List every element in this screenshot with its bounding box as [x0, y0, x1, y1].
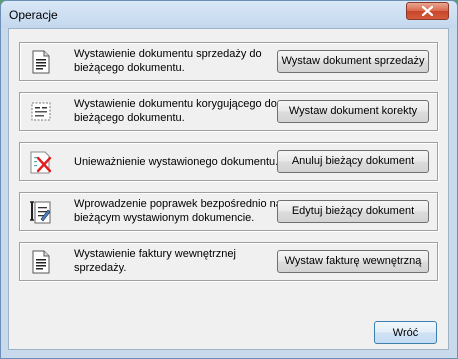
operation-internal-invoice: Wystawienie faktury wewnętrznej sprzedaż…	[19, 242, 438, 281]
close-icon	[422, 6, 433, 16]
issue-correction-document-button[interactable]: Wystaw dokument korekty	[277, 100, 429, 123]
document-icon	[32, 50, 50, 74]
operation-cancel-document: Unieważnienie wystawionego dokumentu. An…	[19, 142, 438, 181]
title-bar: Operacje	[1, 1, 457, 28]
cancel-current-document-button[interactable]: Anuluj bieżący dokument	[277, 150, 429, 173]
edit-document-icon	[30, 201, 51, 224]
operation-description: Wprowadzenie poprawek bezpośrednio na bi…	[74, 198, 282, 224]
operation-description: Wystawienie dokumentu korygującego do bi…	[74, 98, 277, 124]
operation-correction-document: Wystawienie dokumentu korygującego do bi…	[19, 92, 438, 131]
close-button[interactable]	[406, 2, 449, 20]
edit-current-document-button[interactable]: Edytuj bieżący dokument	[277, 200, 429, 223]
issue-internal-invoice-button[interactable]: Wystaw fakturę wewnętrzną	[277, 250, 429, 273]
operation-sale-document: Wystawienie dokumentu sprzedaży do bieżą…	[19, 42, 438, 81]
operation-edit-document: Wprowadzenie poprawek bezpośrednio na bi…	[19, 192, 438, 231]
operation-description: Wystawienie dokumentu sprzedaży do bieżą…	[74, 48, 262, 74]
issue-sale-document-button[interactable]: Wystaw dokument sprzedaży	[277, 50, 429, 73]
dialog-body: Wystawienie dokumentu sprzedaży do bieżą…	[8, 28, 449, 350]
cancel-document-icon	[30, 151, 52, 174]
correction-document-icon	[31, 102, 51, 121]
window-title: Operacje	[9, 8, 58, 22]
operation-description: Unieważnienie wystawionego dokumentu.	[74, 156, 279, 168]
operation-description: Wystawienie faktury wewnętrznej sprzedaż…	[74, 248, 236, 274]
operations-dialog: Operacje Wystawienie dokumentu sprzedaży…	[0, 0, 458, 359]
document-icon	[32, 250, 50, 274]
back-button[interactable]: Wróć	[374, 321, 437, 344]
